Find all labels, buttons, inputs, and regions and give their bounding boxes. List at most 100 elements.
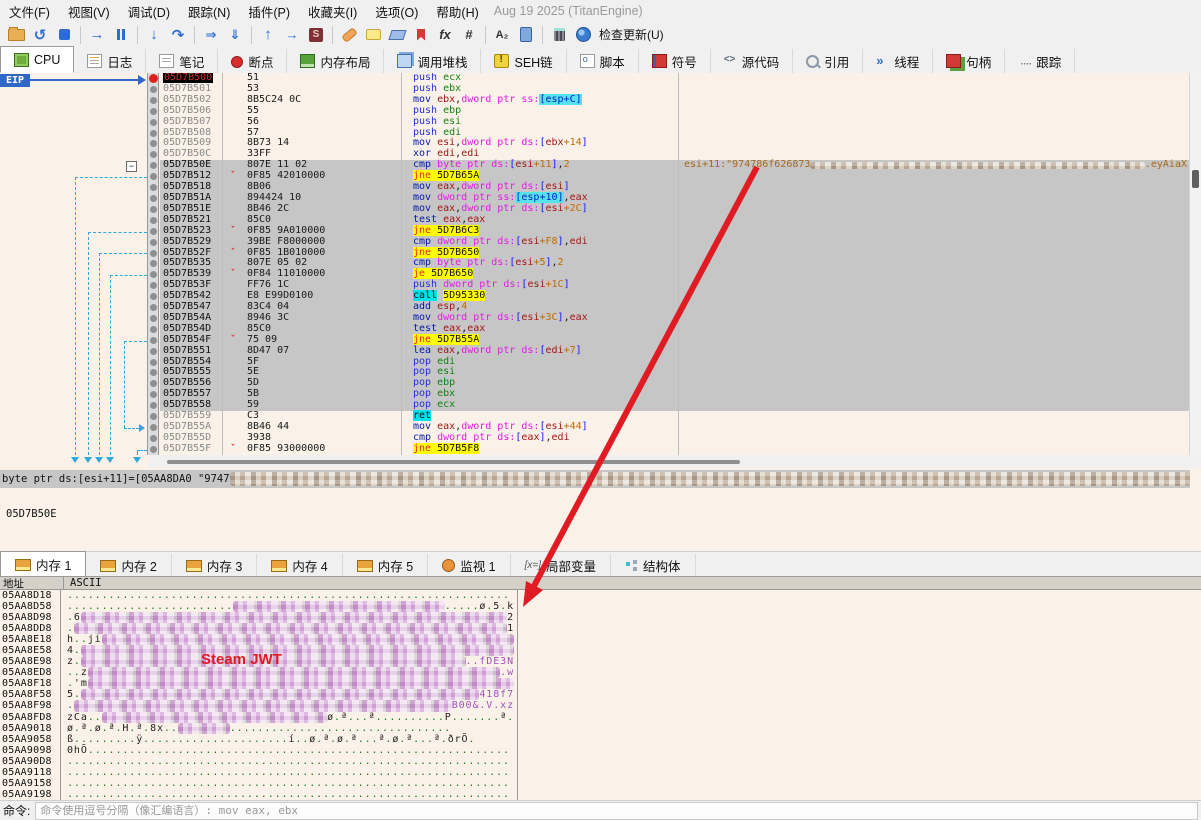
dump-row[interactable]: 05AA8D18................................… xyxy=(0,590,1201,601)
dump-row[interactable]: 05AA8F585.418f7 xyxy=(0,689,1201,700)
pause-button[interactable] xyxy=(110,24,132,46)
check-update-button[interactable] xyxy=(572,24,594,46)
gutter-dot-icon[interactable] xyxy=(150,380,157,387)
dump-row[interactable]: 05AA9118................................… xyxy=(0,767,1201,778)
tab-references[interactable]: 引用 xyxy=(793,49,863,73)
tab-notes[interactable]: 笔记 xyxy=(146,49,218,73)
check-update-label[interactable]: 检查更新(U) xyxy=(599,26,664,43)
seh-button[interactable]: S xyxy=(305,24,327,46)
bottom-tab-locals[interactable]: [x=]局部变量 xyxy=(511,554,611,577)
gutter-dot-icon[interactable] xyxy=(150,391,157,398)
gutter-dot-icon[interactable] xyxy=(150,217,157,224)
run-to-user-code-button[interactable]: → xyxy=(281,24,303,46)
trace-into-button[interactable]: ⇒ xyxy=(200,24,222,46)
bottom-tab-wmem-4[interactable]: 内存 4 xyxy=(257,554,342,577)
gutter-dot-icon[interactable] xyxy=(150,162,157,169)
menu-item-0[interactable]: 文件(F) xyxy=(0,0,59,22)
bottom-tab-watch-1[interactable]: 监视 1 xyxy=(428,554,510,577)
tab-threads[interactable]: 线程 xyxy=(863,49,933,73)
menu-item-1[interactable]: 视图(V) xyxy=(59,0,119,22)
dump-row[interactable]: 05AA9058ß.........ÿ.....................… xyxy=(0,734,1201,745)
dump-row[interactable]: 05AA8D58.............................ø.5… xyxy=(0,601,1201,612)
dump-row[interactable]: 05AA8D98.62 xyxy=(0,612,1201,623)
gutter-dot-icon[interactable] xyxy=(150,260,157,267)
dump-header-ascii[interactable]: ASCII xyxy=(64,577,102,589)
gutter-dot-icon[interactable] xyxy=(150,119,157,126)
label-button[interactable] xyxy=(386,24,408,46)
gutter-dot-icon[interactable] xyxy=(150,282,157,289)
gutter-dot-icon[interactable] xyxy=(150,402,157,409)
bottom-tab-wmem-3[interactable]: 内存 3 xyxy=(172,554,257,577)
dump-row[interactable]: 05AA9158................................… xyxy=(0,778,1201,789)
gutter-dot-icon[interactable] xyxy=(150,108,157,115)
gutter-dot-icon[interactable] xyxy=(150,97,157,104)
dump-row[interactable]: 05AA8F98.B00&.V.xz xyxy=(0,700,1201,711)
gutter-dot-icon[interactable] xyxy=(150,140,157,147)
restart-button[interactable]: ↺ xyxy=(29,24,51,46)
bottom-tab-wmem-2[interactable]: 内存 2 xyxy=(86,554,171,577)
open-file-button[interactable] xyxy=(5,24,27,46)
gutter-dot-icon[interactable] xyxy=(150,413,157,420)
tab-script[interactable]: 脚本 xyxy=(567,49,639,73)
gutter-dot-icon[interactable] xyxy=(150,86,157,93)
tab-trace[interactable]: 跟踪 xyxy=(1005,49,1075,73)
gutter-dot-icon[interactable] xyxy=(150,151,157,158)
disassembly-pane[interactable]: 05D7B50051push ecx05D7B50153push ebx05D7… xyxy=(0,73,1201,455)
disasm-row[interactable]: 05D7B55Fˇ0F85 93000000jne 5D7B5F8 xyxy=(0,444,1201,455)
tab-handles[interactable]: 句柄 xyxy=(933,49,1005,73)
gutter-dot-icon[interactable] xyxy=(150,337,157,344)
dump-row[interactable]: 05AA8E98z...fDE3N xyxy=(0,656,1201,667)
gutter-dot-icon[interactable] xyxy=(150,228,157,235)
gutter-dot-icon[interactable] xyxy=(150,239,157,246)
menu-item-6[interactable]: 选项(O) xyxy=(366,0,427,22)
tab-seh-chain[interactable]: SEH链 xyxy=(481,49,566,73)
tab-symbols[interactable]: 符号 xyxy=(639,49,711,73)
gutter-dot-icon[interactable] xyxy=(150,359,157,366)
run-to-return-button[interactable]: ↑ xyxy=(257,24,279,46)
dump-row[interactable]: 05AA8FD8zCa..ø.ª...ª..........P.......ª. xyxy=(0,712,1201,723)
disasm-vscrollbar[interactable] xyxy=(1189,73,1201,455)
gutter-dot-icon[interactable] xyxy=(150,304,157,311)
trace-over-button[interactable]: ⇓ xyxy=(224,24,246,46)
menu-item-2[interactable]: 调试(D) xyxy=(119,0,179,22)
gutter-dot-icon[interactable] xyxy=(150,326,157,333)
menu-item-5[interactable]: 收藏夹(I) xyxy=(299,0,366,22)
stop-button[interactable] xyxy=(53,24,75,46)
comment-button[interactable] xyxy=(362,24,384,46)
tab-source[interactable]: 源代码 xyxy=(711,49,794,73)
gutter-dot-icon[interactable] xyxy=(150,195,157,202)
memory-dump-pane[interactable]: 05AA8D18................................… xyxy=(0,590,1201,800)
gutter-dot-icon[interactable] xyxy=(150,173,157,180)
bottom-tab-wmem-5[interactable]: 内存 5 xyxy=(343,554,428,577)
patch-button[interactable] xyxy=(338,24,360,46)
gutter-dot-icon[interactable] xyxy=(150,424,157,431)
dump-row[interactable]: 05AA90D8................................… xyxy=(0,756,1201,767)
menu-item-7[interactable]: 帮助(H) xyxy=(427,0,487,22)
dump-row[interactable]: 05AA8ED8..z.w xyxy=(0,667,1201,678)
dump-row[interactable]: 05AA90980hÕ.............................… xyxy=(0,745,1201,756)
gutter-dot-icon[interactable] xyxy=(150,271,157,278)
dump-row[interactable]: 05AA9198................................… xyxy=(0,789,1201,800)
device-button[interactable] xyxy=(515,24,537,46)
dump-header-address[interactable]: 地址 xyxy=(0,577,64,589)
tab-log[interactable]: 日志 xyxy=(74,49,146,73)
gutter-dot-icon[interactable] xyxy=(150,130,157,137)
dump-row[interactable]: 05AA8DD8.1 xyxy=(0,623,1201,634)
gutter-dot-icon[interactable] xyxy=(150,250,157,257)
function-button[interactable]: fx xyxy=(434,24,456,46)
bookmark-button[interactable] xyxy=(410,24,432,46)
tab-breakpoint[interactable]: 断点 xyxy=(218,49,287,73)
vscroll-thumb[interactable] xyxy=(1192,170,1199,188)
tab-call-stack[interactable]: 调用堆栈 xyxy=(384,49,481,73)
dump-row[interactable]: 05AA8F18.'m xyxy=(0,678,1201,689)
bottom-tab-wmem-1[interactable]: 内存 1 xyxy=(0,551,86,577)
gutter-dot-icon[interactable] xyxy=(150,293,157,300)
tab-cpu[interactable]: CPU xyxy=(0,46,74,73)
collapse-minus-icon[interactable]: − xyxy=(126,161,137,172)
gutter-dot-icon[interactable] xyxy=(150,446,157,453)
hscroll-thumb[interactable] xyxy=(167,460,740,464)
calculator-button[interactable] xyxy=(548,24,570,46)
gutter-dot-icon[interactable] xyxy=(150,369,157,376)
command-input[interactable] xyxy=(35,802,1198,820)
disasm-hscrollbar[interactable] xyxy=(148,455,1201,468)
